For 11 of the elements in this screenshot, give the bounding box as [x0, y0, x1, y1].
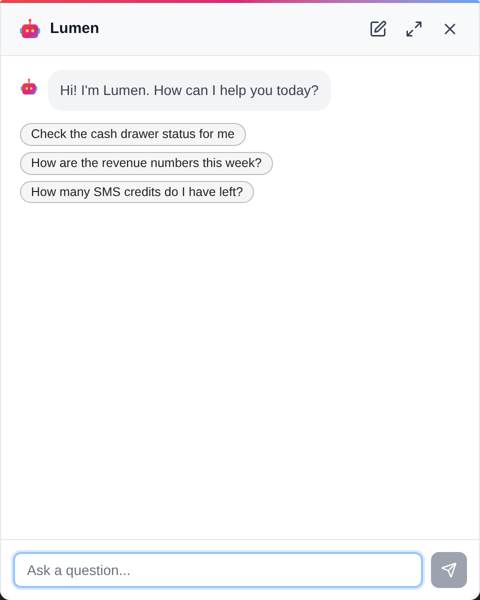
suggestion-chip[interactable]: How are the revenue numbers this week?: [20, 152, 273, 174]
robot-icon: [20, 78, 38, 96]
expand-arrows-icon: [405, 20, 423, 38]
message-bubble: Hi! I'm Lumen. How can I help you today?: [48, 70, 331, 111]
suggestion-chip[interactable]: How many SMS credits do I have left?: [20, 180, 254, 204]
paper-plane-icon: [441, 562, 457, 578]
question-input[interactable]: Ask a question...: [13, 552, 423, 588]
robot-icon: [19, 18, 41, 40]
pencil-square-icon: [369, 20, 387, 38]
assistant-name: Lumen: [50, 18, 100, 39]
suggestion-chip[interactable]: Check the cash drawer status for me: [20, 123, 246, 146]
